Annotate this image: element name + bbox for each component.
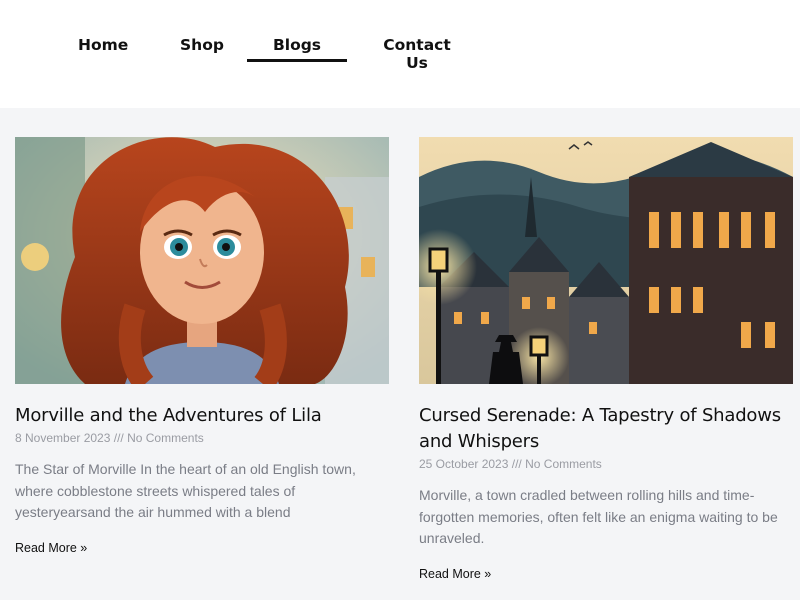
- lila-illustration: [15, 137, 389, 384]
- meta-separator: ///: [113, 431, 124, 445]
- nav-home[interactable]: Home: [78, 36, 128, 64]
- post-meta: 8 November 2023 /// No Comments: [15, 430, 389, 446]
- post-date: 25 October 2023: [419, 457, 509, 471]
- nav-active-underline: [247, 59, 347, 62]
- post-title[interactable]: Cursed Serenade: A Tapestry of Shadows a…: [419, 403, 793, 455]
- post-meta: 25 October 2023 /// No Comments: [419, 456, 793, 472]
- read-more-link[interactable]: Read More »: [15, 541, 87, 555]
- post-thumbnail-lila[interactable]: [15, 137, 389, 384]
- post-excerpt: Morville, a town cradled between rolling…: [419, 487, 778, 546]
- top-navigation: Home Shop Blogs Contact Us: [0, 0, 800, 108]
- blog-post-card: Morville and the Adventures of Lila 8 No…: [15, 137, 389, 557]
- post-title[interactable]: Morville and the Adventures of Lila: [15, 403, 389, 429]
- post-date: 8 November 2023: [15, 431, 111, 445]
- post-comments-link[interactable]: No Comments: [127, 431, 204, 445]
- town-illustration: [419, 137, 793, 384]
- post-excerpt: The Star of Morville In the heart of an …: [15, 461, 356, 520]
- blog-post-grid: Morville and the Adventures of Lila 8 No…: [0, 108, 800, 600]
- nav-contact-us[interactable]: Contact Us: [376, 36, 458, 72]
- post-thumbnail-cursed-serenade[interactable]: [419, 137, 793, 384]
- meta-separator: ///: [511, 457, 522, 471]
- read-more-link[interactable]: Read More »: [419, 567, 491, 581]
- nav-shop[interactable]: Shop: [180, 36, 224, 64]
- post-comments-link[interactable]: No Comments: [525, 457, 602, 471]
- blog-post-card: Cursed Serenade: A Tapestry of Shadows a…: [419, 137, 793, 583]
